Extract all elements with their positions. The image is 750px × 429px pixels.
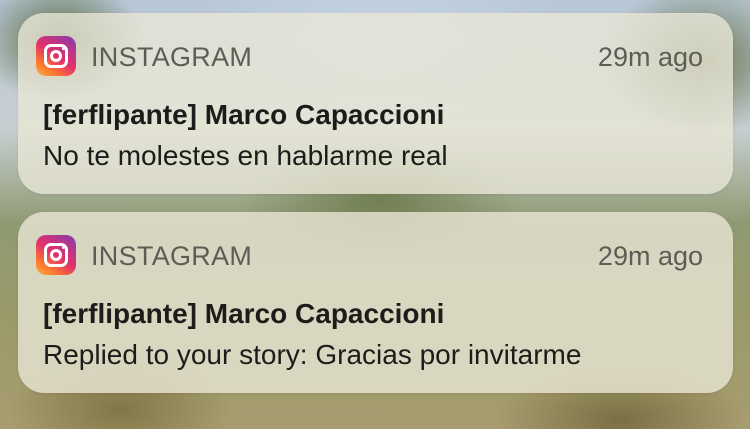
timestamp: 29m ago [597,42,703,72]
timestamp: 29m ago [597,241,703,271]
instagram-icon [36,235,76,275]
notification-card[interactable]: INSTAGRAM 29m ago [ferflipante] Marco Ca… [18,13,733,194]
camera-dot [62,246,65,249]
app-name: INSTAGRAM [91,241,253,271]
notification-title: [ferflipante] Marco Capaccioni [43,99,445,130]
instagram-icon [36,36,76,76]
notification-title: [ferflipante] Marco Capaccioni [43,298,445,329]
notification-message: Replied to your story: Gracias por invit… [43,339,582,370]
camera-dot [62,47,65,50]
notification-card[interactable]: INSTAGRAM 29m ago [ferflipante] Marco Ca… [18,212,733,393]
notification-message: No te molestes en hablarme real [43,140,448,171]
app-name: INSTAGRAM [91,42,253,72]
